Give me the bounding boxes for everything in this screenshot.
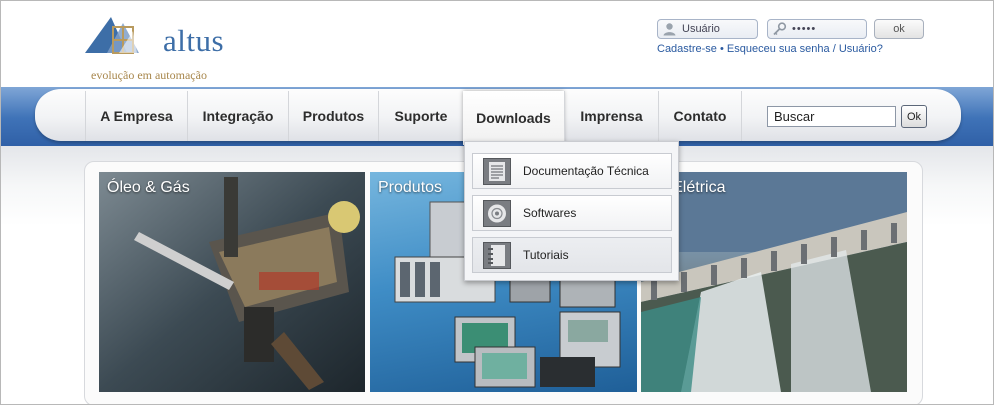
username-field[interactable]: Usuário [657,19,758,39]
login-ok-button[interactable]: ok [874,19,924,39]
dropdown-item-label: Documentação Técnica [523,164,649,178]
nav-item-a-empresa[interactable]: A Empresa [85,91,187,141]
nav-item-produtos[interactable]: Produtos [288,91,378,141]
nav-item-integracao[interactable]: Integração [187,91,288,141]
tile-energia-eletrica[interactable]: rgia Elétrica [641,172,907,392]
hydroelectric-dam-image [641,172,907,392]
nav-item-contato[interactable]: Contato [658,91,741,141]
register-link[interactable]: Cadastre-se [657,43,717,55]
dropdown-item-documentacao[interactable]: Documentação Técnica [472,153,672,189]
slash-separator: / [832,43,836,55]
nav-item-downloads[interactable]: Downloads [463,91,564,145]
search-ok-button[interactable]: Ok [901,105,927,128]
nav-item-imprensa[interactable]: Imprensa [564,91,658,141]
tile-label: Óleo & Gás [107,179,190,196]
dropdown-item-tutoriais[interactable]: Tutoriais [472,237,672,273]
password-mask: ••••• [792,23,817,35]
bullet-separator: • [719,43,724,55]
tile-oleo-gas[interactable]: Óleo & Gás [99,172,365,392]
dropdown-item-label: Tutoriais [523,248,569,262]
search-input[interactable]: Buscar [767,106,896,127]
altus-logo[interactable]: altus evolução em automação [83,13,253,85]
browser-frame: altus evolução em automação Usuário ••••… [0,0,994,405]
main-nav: A Empresa Integração Produtos Suporte Do… [85,91,742,145]
nav-divider [741,91,742,141]
password-field[interactable]: ••••• [767,19,867,39]
logo-tagline: evolução em automação [91,68,207,82]
document-icon [483,158,511,185]
key-icon [773,22,787,36]
login-links: Cadastre-se • Esqueceu sua senha / Usuár… [657,43,883,55]
forgot-user-link[interactable]: Usuário? [839,43,883,55]
notebook-icon [483,242,511,269]
downloads-dropdown: Documentação Técnica Softwares Tutoriais [464,141,679,281]
forgot-password-link[interactable]: Esqueceu sua senha [727,43,830,55]
cd-disc-icon [483,200,511,227]
user-icon [663,23,676,36]
dropdown-item-label: Softwares [523,206,577,220]
offshore-platform-image [99,172,365,392]
nav-item-suporte[interactable]: Suporte [378,91,463,141]
logo-wordmark: altus [163,23,225,58]
dropdown-item-softwares[interactable]: Softwares [472,195,672,231]
tile-label: Produtos [378,179,443,196]
username-placeholder: Usuário [682,23,720,35]
